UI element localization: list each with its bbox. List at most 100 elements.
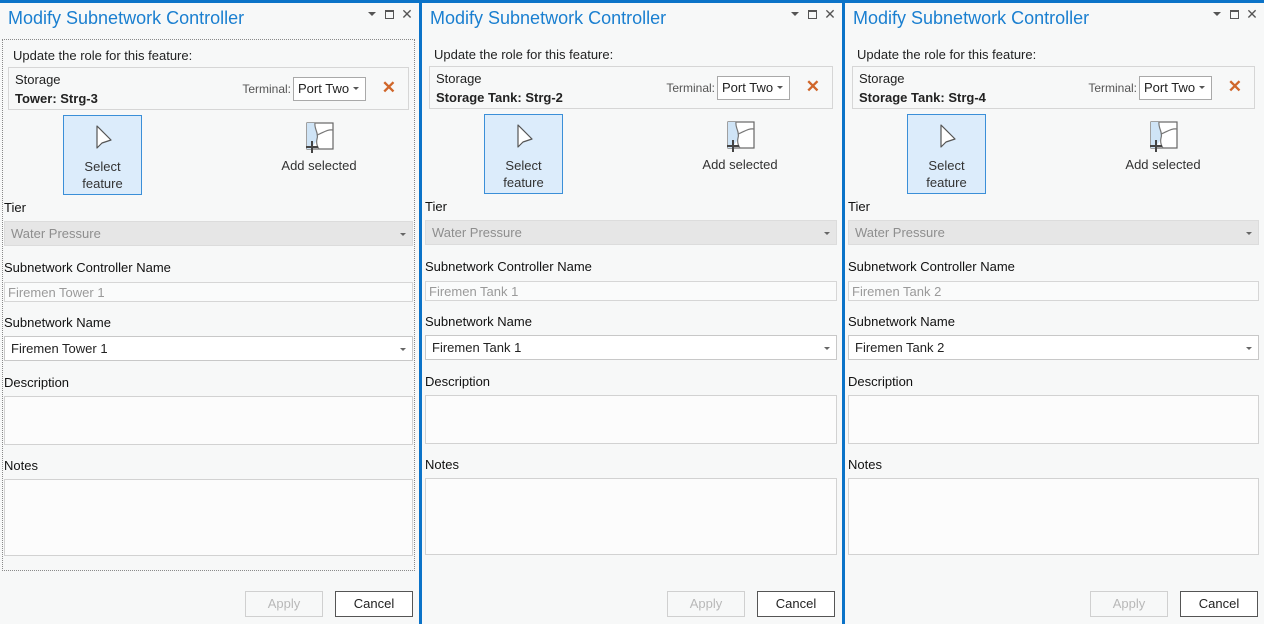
subnetwork-name-dropdown[interactable]: Firemen Tank 1 bbox=[425, 335, 837, 360]
window-controls: ✕ bbox=[1213, 7, 1258, 21]
modify-subnetwork-controller-pane-3: Modify Subnetwork Controller ✕ Update th… bbox=[844, 0, 1264, 624]
terminal-dropdown[interactable]: Port Two bbox=[293, 77, 366, 101]
feature-type: Storage bbox=[859, 71, 905, 86]
subnetwork-name-value: Firemen Tank 1 bbox=[432, 340, 522, 355]
controller-name-input[interactable]: Firemen Tank 1 bbox=[425, 281, 837, 301]
description-label: Description bbox=[848, 374, 914, 389]
cancel-button[interactable]: Cancel bbox=[1180, 591, 1258, 617]
pane-titlebar: Modify Subnetwork Controller ✕ bbox=[0, 3, 419, 36]
controller-name-label: Subnetwork Controller Name bbox=[425, 259, 592, 274]
add-selected-button[interactable]: Add selected bbox=[269, 115, 369, 195]
pane-title: Modify Subnetwork Controller bbox=[853, 8, 1090, 28]
update-role-label: Update the role for this feature: bbox=[13, 48, 193, 63]
pane-body: Update the role for this feature: Storag… bbox=[847, 39, 1260, 571]
close-icon[interactable]: ✕ bbox=[401, 7, 413, 21]
chevron-down-icon bbox=[400, 233, 406, 236]
pane-body: Update the role for this feature: Storag… bbox=[2, 39, 415, 571]
select-feature-label-1: Select bbox=[928, 158, 965, 173]
remove-feature-button[interactable]: ✕ bbox=[382, 78, 396, 98]
chevron-down-icon bbox=[1246, 347, 1252, 350]
modify-subnetwork-controller-pane-2: Modify Subnetwork Controller ✕ Update th… bbox=[421, 0, 844, 624]
chevron-down-icon bbox=[777, 86, 783, 89]
controller-name-input[interactable]: Firemen Tank 2 bbox=[848, 281, 1259, 301]
apply-button[interactable]: Apply bbox=[245, 591, 323, 617]
feature-name: Tower: Strg-3 bbox=[15, 91, 98, 106]
modify-subnetwork-controller-pane-1: Modify Subnetwork Controller ✕ Update th… bbox=[0, 0, 421, 624]
terminal-label: Terminal: bbox=[666, 81, 715, 95]
terminal-dropdown[interactable]: Port Two bbox=[1139, 76, 1212, 100]
pointer-arrow-icon bbox=[939, 124, 956, 148]
controller-name-placeholder: Firemen Tank 1 bbox=[429, 284, 519, 299]
menu-dropdown-icon[interactable] bbox=[1213, 12, 1221, 16]
subnetwork-name-dropdown[interactable]: Firemen Tower 1 bbox=[4, 336, 413, 361]
cancel-button[interactable]: Cancel bbox=[757, 591, 835, 617]
maximize-icon[interactable] bbox=[808, 9, 817, 19]
pane-titlebar: Modify Subnetwork Controller ✕ bbox=[422, 3, 842, 36]
description-textarea[interactable] bbox=[425, 395, 837, 444]
apply-button[interactable]: Apply bbox=[667, 591, 745, 617]
feature-name: Storage Tank: Strg-2 bbox=[436, 90, 563, 105]
select-feature-label-1: Select bbox=[505, 158, 542, 173]
controller-name-label: Subnetwork Controller Name bbox=[848, 259, 1015, 274]
subnetwork-name-label: Subnetwork Name bbox=[848, 314, 955, 329]
description-textarea[interactable] bbox=[4, 396, 413, 445]
notes-textarea[interactable] bbox=[425, 478, 837, 555]
add-selected-label: Add selected bbox=[1125, 157, 1201, 172]
menu-dropdown-icon[interactable] bbox=[368, 12, 376, 16]
feature-type: Storage bbox=[436, 71, 482, 86]
tier-dropdown: Water Pressure bbox=[848, 220, 1259, 245]
maximize-icon[interactable] bbox=[385, 9, 394, 19]
controller-name-placeholder: Firemen Tank 2 bbox=[852, 284, 942, 299]
update-role-label: Update the role for this feature: bbox=[857, 47, 1037, 62]
select-feature-button[interactable]: Select feature bbox=[484, 114, 563, 194]
pane-titlebar: Modify Subnetwork Controller ✕ bbox=[845, 3, 1264, 36]
subnetwork-name-label: Subnetwork Name bbox=[425, 314, 532, 329]
tier-label: Tier bbox=[4, 200, 26, 215]
tier-value: Water Pressure bbox=[11, 226, 101, 241]
terminal-value: Port Two bbox=[722, 80, 774, 95]
close-icon[interactable]: ✕ bbox=[824, 7, 836, 21]
description-label: Description bbox=[4, 375, 70, 390]
select-feature-button[interactable]: Select feature bbox=[63, 115, 142, 195]
notes-textarea[interactable] bbox=[4, 479, 413, 556]
maximize-icon[interactable] bbox=[1230, 9, 1239, 19]
description-textarea[interactable] bbox=[848, 395, 1259, 444]
add-selected-map-icon bbox=[1150, 121, 1178, 152]
select-feature-button[interactable]: Select feature bbox=[907, 114, 986, 194]
tier-dropdown: Water Pressure bbox=[425, 220, 837, 245]
notes-textarea[interactable] bbox=[848, 478, 1259, 555]
update-role-label: Update the role for this feature: bbox=[434, 47, 614, 62]
tier-dropdown: Water Pressure bbox=[4, 221, 413, 246]
menu-dropdown-icon[interactable] bbox=[791, 12, 799, 16]
subnetwork-name-value: Firemen Tower 1 bbox=[11, 341, 108, 356]
add-selected-button[interactable]: Add selected bbox=[1113, 114, 1213, 194]
close-icon[interactable]: ✕ bbox=[1246, 7, 1258, 21]
chevron-down-icon bbox=[1199, 86, 1205, 89]
terminal-label: Terminal: bbox=[1088, 81, 1137, 95]
tier-label: Tier bbox=[425, 199, 447, 214]
controller-name-input[interactable]: Firemen Tower 1 bbox=[4, 282, 413, 302]
pointer-arrow-icon bbox=[95, 125, 112, 149]
add-selected-label: Add selected bbox=[702, 157, 778, 172]
cancel-button[interactable]: Cancel bbox=[335, 591, 413, 617]
tier-value: Water Pressure bbox=[432, 225, 522, 240]
add-selected-button[interactable]: Add selected bbox=[690, 114, 790, 194]
remove-feature-button[interactable]: ✕ bbox=[806, 77, 820, 97]
tier-label: Tier bbox=[848, 199, 870, 214]
subnetwork-name-dropdown[interactable]: Firemen Tank 2 bbox=[848, 335, 1259, 360]
feature-row: Storage Storage Tank: Strg-4 Terminal: P… bbox=[852, 66, 1255, 109]
apply-button[interactable]: Apply bbox=[1090, 591, 1168, 617]
terminal-dropdown[interactable]: Port Two bbox=[717, 76, 790, 100]
add-selected-map-icon bbox=[306, 122, 334, 153]
notes-label: Notes bbox=[425, 457, 459, 472]
pane-title: Modify Subnetwork Controller bbox=[430, 8, 667, 28]
controller-name-label: Subnetwork Controller Name bbox=[4, 260, 171, 275]
subnetwork-name-label: Subnetwork Name bbox=[4, 315, 111, 330]
terminal-value: Port Two bbox=[1144, 80, 1196, 95]
select-feature-label-2: feature bbox=[503, 175, 544, 190]
notes-label: Notes bbox=[848, 457, 882, 472]
feature-row: Storage Tower: Strg-3 Terminal: Port Two… bbox=[8, 67, 409, 110]
window-controls: ✕ bbox=[368, 7, 413, 21]
remove-feature-button[interactable]: ✕ bbox=[1228, 77, 1242, 97]
terminal-label: Terminal: bbox=[242, 82, 291, 96]
